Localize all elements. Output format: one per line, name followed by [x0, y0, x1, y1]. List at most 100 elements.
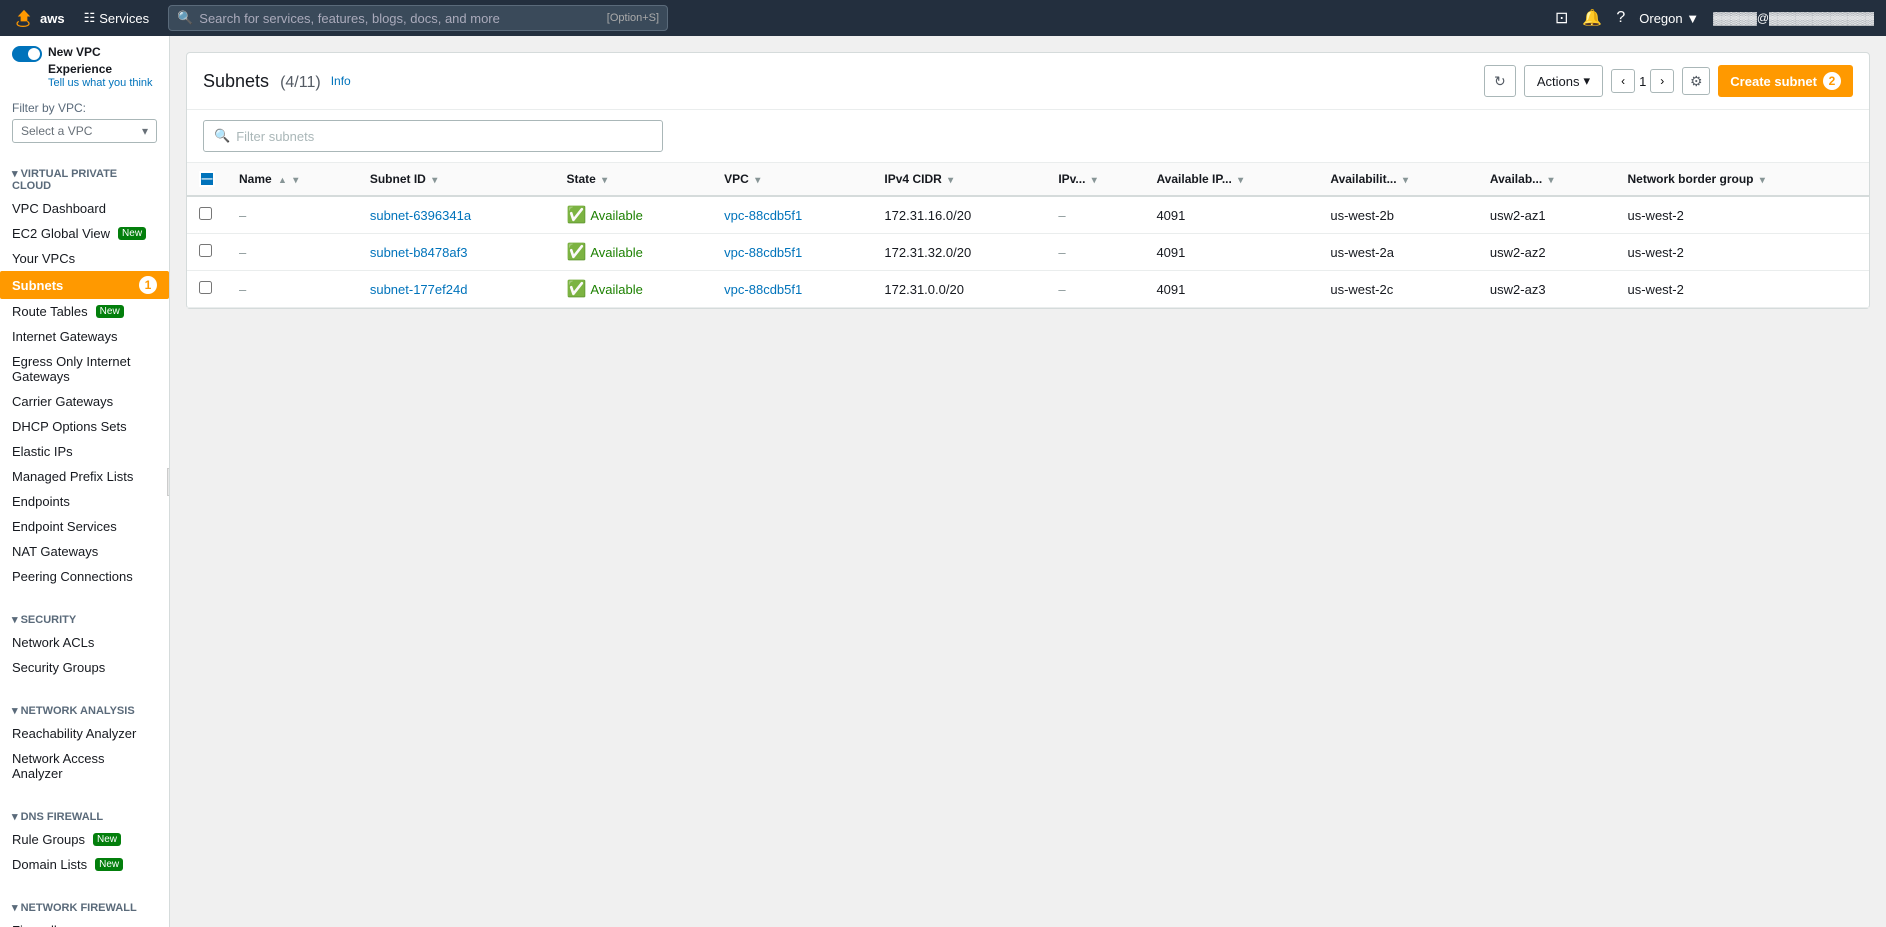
services-button[interactable]: ☷ Services [75, 5, 159, 31]
sidebar-item-network-acls[interactable]: Network ACLs [0, 630, 169, 655]
table-settings-button[interactable]: ⚙ [1682, 67, 1710, 95]
sidebar-item-nat-gateways[interactable]: NAT Gateways [0, 539, 169, 564]
sidebar-item-network-access[interactable]: Network Access Analyzer [0, 746, 169, 786]
sidebar-item-route-tables[interactable]: Route Tables New [0, 299, 169, 324]
info-link[interactable]: Info [331, 74, 351, 88]
vpc-link-0[interactable]: vpc-88cdb5f1 [724, 208, 802, 223]
subnet-id-link-2[interactable]: subnet-177ef24d [370, 282, 468, 297]
sidebar-item-prefix-lists[interactable]: Managed Prefix Lists [0, 464, 169, 489]
az-id-filter-icon[interactable]: ▾ [1549, 175, 1554, 186]
col-header-ipv4[interactable]: IPv4 CIDR ▾ [872, 163, 1046, 196]
elastic-ips-label: Elastic IPs [12, 444, 73, 459]
ipv4-filter-icon[interactable]: ▾ [948, 175, 953, 186]
subnet-id-filter-icon[interactable]: ▾ [432, 175, 437, 186]
search-icon: 🔍 [177, 10, 193, 26]
network-firewall-section: ▾ NETWORK FIREWALL Firewalls Firewall Po… [0, 885, 169, 927]
peering-label: Peering Connections [12, 569, 133, 584]
next-page-button[interactable]: › [1650, 69, 1674, 93]
col-header-state[interactable]: State ▾ [554, 163, 712, 196]
col-header-available-ip[interactable]: Available IP... ▾ [1144, 163, 1318, 196]
sidebar-item-security-groups[interactable]: Security Groups [0, 655, 169, 680]
col-header-vpc[interactable]: VPC ▾ [712, 163, 872, 196]
sidebar-item-internet-gateways[interactable]: Internet Gateways [0, 324, 169, 349]
actions-button[interactable]: Actions ▾ [1524, 65, 1603, 97]
sidebar-item-domain-lists[interactable]: Domain Lists New [0, 852, 169, 877]
security-header[interactable]: ▾ SECURITY [0, 605, 169, 630]
available-ip-filter-icon[interactable]: ▾ [1238, 175, 1243, 186]
sidebar-item-peering[interactable]: Peering Connections [0, 564, 169, 589]
sidebar-toggle[interactable]: ‹ [167, 468, 170, 496]
search-shortcut: [Option+S] [607, 12, 659, 24]
subnet-id-link-0[interactable]: subnet-6396341a [370, 208, 471, 223]
nbg-filter-icon[interactable]: ▾ [1760, 175, 1765, 186]
filter-bar: 🔍 [187, 110, 1869, 163]
col-header-name[interactable]: Name ▲ ▾ [227, 163, 358, 196]
vpc-select-button[interactable]: Select a VPC ▾ [12, 119, 157, 143]
table-body: – subnet-6396341a ✅ Available vpc-88cdb5… [187, 196, 1869, 308]
display-icon[interactable]: ⊡ [1555, 8, 1568, 28]
sidebar-item-rule-groups[interactable]: Rule Groups New [0, 827, 169, 852]
domain-lists-badge: New [95, 858, 123, 871]
nat-gateways-label: NAT Gateways [12, 544, 98, 559]
status-available-2: ✅ Available [566, 279, 700, 299]
vpc-link-1[interactable]: vpc-88cdb5f1 [724, 245, 802, 260]
row-ipv6-2: – [1046, 271, 1144, 308]
sidebar-item-subnets[interactable]: Subnets 1 [0, 271, 169, 299]
vpc-experience-toggle[interactable] [12, 46, 42, 62]
subnet-id-link-1[interactable]: subnet-b8478af3 [370, 245, 468, 260]
panel-actions: ↻ Actions ▾ ‹ 1 › ⚙ Create subnet 2 [1484, 65, 1853, 97]
sidebar-item-elastic-ips[interactable]: Elastic IPs [0, 439, 169, 464]
security-groups-label: Security Groups [12, 660, 105, 675]
sidebar-item-endpoint-services[interactable]: Endpoint Services [0, 514, 169, 539]
refresh-button[interactable]: ↻ [1484, 65, 1516, 97]
sidebar-item-vpc-dashboard[interactable]: VPC Dashboard [0, 196, 169, 221]
row-checkbox-cell [187, 196, 227, 234]
network-analysis-header[interactable]: ▾ NETWORK ANALYSIS [0, 696, 169, 721]
prev-page-button[interactable]: ‹ [1611, 69, 1635, 93]
col-header-az-id[interactable]: Availab... ▾ [1478, 163, 1616, 196]
col-header-subnet-id[interactable]: Subnet ID ▾ [358, 163, 555, 196]
table-row: – subnet-6396341a ✅ Available vpc-88cdb5… [187, 196, 1869, 234]
row-checkbox-2[interactable] [199, 281, 212, 294]
row-checkbox-1[interactable] [199, 244, 212, 257]
sidebar-item-ec2-global-view[interactable]: EC2 Global View New [0, 221, 169, 246]
row-subnet-id-0: subnet-6396341a [358, 196, 555, 234]
help-icon[interactable]: ? [1616, 9, 1625, 27]
col-available-ip-label: Available IP... [1156, 172, 1231, 186]
row-az-0: us-west-2b [1318, 196, 1478, 234]
panel-count: (4/11) [280, 74, 321, 91]
filter-input-wrapper: 🔍 [203, 120, 663, 152]
sidebar-item-egress-only[interactable]: Egress Only Internet Gateways [0, 349, 169, 389]
region-selector[interactable]: Oregon ▼ [1639, 11, 1699, 26]
user-account[interactable]: ▓▓▓▓▓@▓▓▓▓▓▓▓▓▓▓▓▓ [1713, 11, 1874, 25]
vpc-link-2[interactable]: vpc-88cdb5f1 [724, 282, 802, 297]
dns-firewall-header[interactable]: ▾ DNS FIREWALL [0, 802, 169, 827]
col-header-az[interactable]: Availabilit... ▾ [1318, 163, 1478, 196]
sidebar-item-dhcp[interactable]: DHCP Options Sets [0, 414, 169, 439]
aws-logo[interactable]: aws [12, 6, 65, 30]
select-all-checkbox[interactable] [199, 171, 215, 187]
col-header-ipv6[interactable]: IPv... ▾ [1046, 163, 1144, 196]
vpc-placeholder: Select a VPC [21, 124, 92, 138]
chevron-down-icon: ▾ [142, 124, 148, 138]
bell-icon[interactable]: 🔔 [1582, 8, 1602, 28]
network-firewall-header[interactable]: ▾ NETWORK FIREWALL [0, 893, 169, 918]
vpc-experience-link[interactable]: Tell us what you think [48, 77, 157, 89]
az-filter-icon[interactable]: ▾ [1403, 175, 1408, 186]
col-header-nbg[interactable]: Network border group ▾ [1616, 163, 1870, 196]
row-checkbox-0[interactable] [199, 207, 212, 220]
state-filter-icon[interactable]: ▾ [602, 175, 607, 186]
sidebar-item-endpoints[interactable]: Endpoints [0, 489, 169, 514]
sidebar-item-your-vpcs[interactable]: Your VPCs [0, 246, 169, 271]
ipv6-filter-icon[interactable]: ▾ [1092, 175, 1097, 186]
sidebar-item-firewalls[interactable]: Firewalls [0, 918, 169, 927]
name-filter-icon[interactable]: ▾ [293, 175, 298, 186]
search-input[interactable] [199, 11, 601, 26]
sidebar-item-reachability[interactable]: Reachability Analyzer [0, 721, 169, 746]
row-subnet-id-1: subnet-b8478af3 [358, 234, 555, 271]
create-subnet-button[interactable]: Create subnet 2 [1718, 65, 1853, 97]
vpc-filter-icon[interactable]: ▾ [755, 175, 760, 186]
filter-input[interactable] [236, 129, 652, 144]
vpc-section-header[interactable]: ▾ VIRTUAL PRIVATE CLOUD [0, 159, 169, 196]
sidebar-item-carrier-gateways[interactable]: Carrier Gateways [0, 389, 169, 414]
